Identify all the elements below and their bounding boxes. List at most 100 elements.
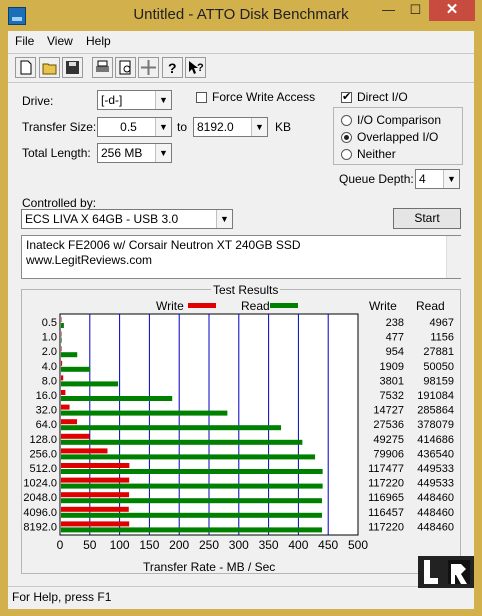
chevron-down-icon: ▼ bbox=[155, 118, 171, 136]
write-bar bbox=[61, 433, 90, 439]
read-value: 448460 bbox=[417, 521, 454, 533]
y-category-label: 1.0 bbox=[42, 332, 57, 344]
transfer-size-from-select[interactable]: 0.5 ▼ bbox=[97, 117, 172, 137]
context-help-icon[interactable]: ? bbox=[185, 57, 206, 78]
test-results-title: Test Results bbox=[211, 283, 281, 297]
read-bar bbox=[61, 439, 303, 445]
read-bar bbox=[61, 527, 323, 533]
chevron-down-icon: ▼ bbox=[443, 170, 459, 188]
notes-scrollbar[interactable] bbox=[446, 236, 461, 278]
read-bar bbox=[61, 410, 228, 416]
menu-help[interactable]: Help bbox=[86, 34, 111, 48]
x-tick-label: 100 bbox=[110, 538, 130, 552]
transfer-to-value: 8192.0 bbox=[197, 120, 234, 134]
notes-textarea[interactable]: Inateck FE2006 w/ Corsair Neutron XT 240… bbox=[21, 235, 461, 279]
transfer-size-to-select[interactable]: 8192.0 ▼ bbox=[193, 117, 268, 137]
y-category-label: 2.0 bbox=[42, 346, 57, 358]
y-category-label: 128.0 bbox=[29, 434, 57, 446]
write-bar bbox=[61, 477, 130, 483]
to-label: to bbox=[177, 120, 188, 134]
svg-text:?: ? bbox=[197, 62, 204, 74]
io-comparison-label: I/O Comparison bbox=[357, 113, 442, 127]
menu-bar bbox=[8, 31, 474, 51]
transfer-size-label: Transfer Size: bbox=[22, 120, 97, 134]
total-length-label: Total Length: bbox=[22, 146, 91, 160]
drive-label: Drive: bbox=[22, 94, 54, 108]
chevron-down-icon: ▼ bbox=[155, 144, 171, 162]
total-length-value: 256 MB bbox=[101, 146, 143, 160]
transfer-rate-chart: 0 50 100 150 200 250 300 350 400 450 500 0.5 238 4967… bbox=[23, 313, 454, 552]
write-bar bbox=[61, 346, 62, 352]
write-bar bbox=[61, 390, 66, 395]
save-icon[interactable] bbox=[62, 57, 83, 78]
kb-label: KB bbox=[275, 120, 292, 134]
read-bar bbox=[61, 352, 78, 358]
read-value: 436540 bbox=[417, 448, 454, 460]
io-comparison-radio[interactable] bbox=[341, 115, 352, 126]
print-icon[interactable] bbox=[92, 57, 113, 78]
start-button[interactable]: Start bbox=[393, 208, 461, 229]
chevron-down-icon: ▼ bbox=[251, 118, 267, 136]
drive-select[interactable]: [-d-] ▼ bbox=[97, 90, 172, 110]
legit-reviews-logo bbox=[418, 556, 474, 588]
write-bar bbox=[61, 448, 108, 454]
write-value: 117220 bbox=[368, 478, 404, 490]
legend-write-label: Write bbox=[156, 299, 184, 313]
print-preview-icon[interactable] bbox=[115, 57, 136, 78]
read-value: 98159 bbox=[423, 375, 454, 387]
write-bar bbox=[61, 521, 130, 527]
x-axis-label: Transfer Rate - MB / Sec bbox=[143, 560, 276, 574]
write-value: 49275 bbox=[373, 434, 404, 446]
force-write-label: Force Write Access bbox=[212, 90, 316, 104]
write-value: 117220 bbox=[368, 521, 404, 533]
write-bar bbox=[61, 360, 63, 366]
maximize-button[interactable]: ☐ bbox=[402, 0, 429, 21]
move-arrows-icon[interactable] bbox=[138, 57, 159, 78]
direct-io-checkbox[interactable] bbox=[341, 90, 352, 103]
write-bar bbox=[61, 492, 130, 498]
read-value: 449533 bbox=[417, 463, 454, 475]
read-value: 4967 bbox=[430, 317, 454, 329]
x-tick-label: 450 bbox=[318, 538, 338, 552]
svg-text:?: ? bbox=[168, 60, 177, 76]
new-document-icon[interactable] bbox=[15, 57, 36, 78]
y-category-label: 4096.0 bbox=[23, 507, 57, 519]
help-question-icon[interactable]: ? bbox=[162, 57, 183, 78]
write-value: 14727 bbox=[373, 405, 404, 417]
x-tick-label: 300 bbox=[229, 538, 249, 552]
x-tick-label: 500 bbox=[348, 538, 368, 552]
write-bar bbox=[61, 375, 64, 381]
close-button[interactable]: ✕ bbox=[429, 0, 475, 21]
total-length-select[interactable]: 256 MB ▼ bbox=[97, 143, 172, 163]
y-category-label: 4.0 bbox=[42, 361, 57, 373]
overlapped-io-radio[interactable] bbox=[341, 132, 352, 143]
y-category-label: 1024.0 bbox=[23, 478, 57, 490]
write-value: 477 bbox=[386, 332, 404, 344]
status-text: For Help, press F1 bbox=[12, 590, 112, 604]
neither-radio[interactable] bbox=[341, 149, 352, 160]
menu-file[interactable]: File bbox=[15, 34, 34, 48]
read-bar bbox=[61, 512, 323, 518]
controlled-by-value: ECS LIVA X 64GB - USB 3.0 bbox=[25, 212, 179, 226]
y-category-label: 8192.0 bbox=[23, 521, 57, 533]
open-folder-icon[interactable] bbox=[39, 57, 60, 78]
write-bar bbox=[61, 506, 129, 512]
write-value: 116965 bbox=[368, 492, 404, 504]
neither-label: Neither bbox=[357, 147, 396, 161]
force-write-checkbox[interactable] bbox=[196, 92, 207, 103]
y-category-label: 64.0 bbox=[36, 419, 57, 431]
read-value: 50050 bbox=[423, 361, 454, 373]
menu-view[interactable]: View bbox=[47, 34, 73, 48]
read-bar bbox=[61, 469, 323, 474]
write-value: 7532 bbox=[380, 390, 404, 402]
transfer-from-value: 0.5 bbox=[120, 120, 137, 134]
controlled-by-select[interactable]: ECS LIVA X 64GB - USB 3.0 ▼ bbox=[21, 209, 233, 229]
write-value: 116457 bbox=[368, 507, 404, 519]
minimize-button[interactable]: — bbox=[375, 0, 402, 21]
read-bar bbox=[61, 337, 62, 343]
read-bar bbox=[61, 323, 64, 328]
column-header-read: Read bbox=[416, 299, 445, 313]
read-value: 378079 bbox=[417, 419, 454, 431]
queue-depth-select[interactable]: 4 ▼ bbox=[415, 169, 460, 189]
x-tick-label: 150 bbox=[139, 538, 159, 552]
